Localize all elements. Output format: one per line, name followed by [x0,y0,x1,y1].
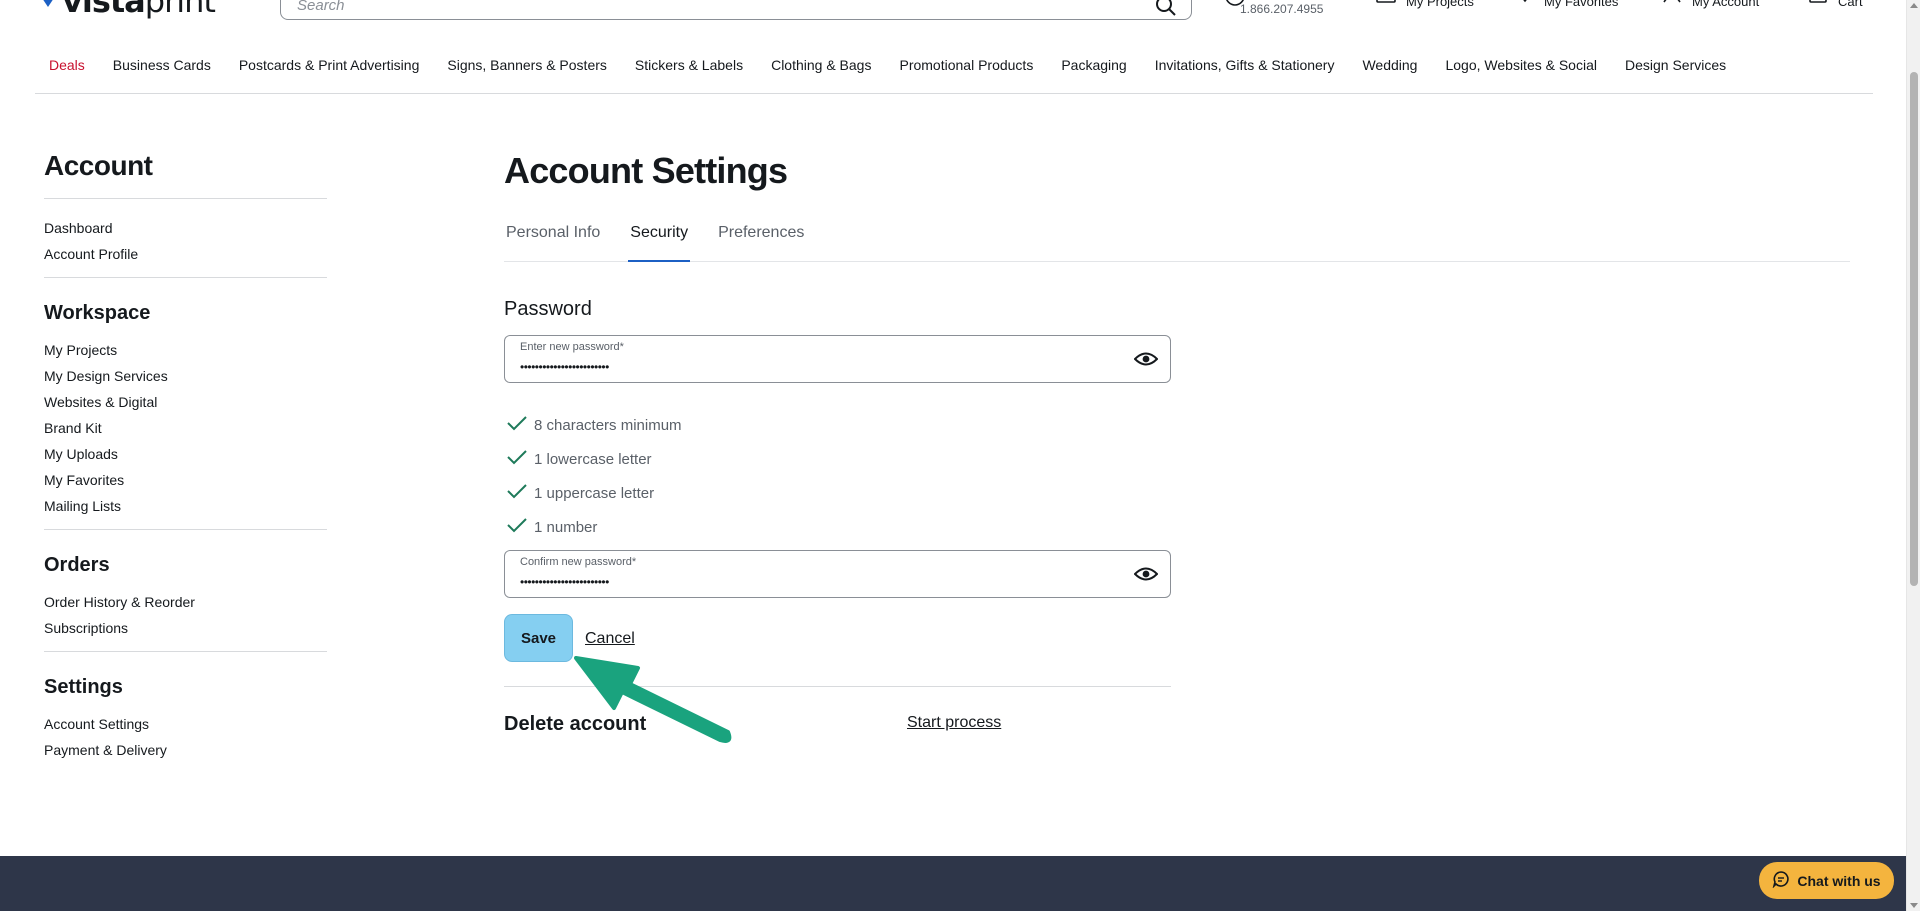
page-title: Account Settings [504,150,788,191]
start-process-link[interactable]: Start process [907,714,1001,732]
rule-text: 1 number [534,518,598,536]
sidebar-orders-title: Orders [44,554,110,576]
sidebar-item-my-uploads[interactable]: My Uploads [44,441,327,467]
my-account-label: My Account [1692,0,1760,9]
chat-bubble-icon [1772,870,1790,891]
nav-postcards-print-advertising[interactable]: Postcards & Print Advertising [225,48,434,93]
new-password-field[interactable]: Enter new password* ••••••••••••••••••••… [504,335,1171,383]
header-my-account[interactable]: My Account [1662,0,1759,11]
vistaprint-logo[interactable]: vistaprint ® [40,0,228,20]
sidebar-account-section: Account Dashboard Account Profile [44,150,327,278]
confirm-password-field[interactable]: Confirm new password* ••••••••••••••••••… [504,550,1171,598]
nav-design-services[interactable]: Design Services [1611,48,1740,93]
sidebar-item-dashboard[interactable]: Dashboard [44,215,327,241]
heart-icon [1516,0,1534,11]
cancel-button[interactable]: Cancel [585,630,635,648]
search-placeholder: Search [297,0,345,14]
chat-button[interactable]: Chat with us [1759,862,1894,899]
sidebar-settings-section: Settings Account Settings Payment & Deli… [44,676,327,773]
tab-personal-info[interactable]: Personal Info [504,222,602,262]
category-nav: Deals Business Cards Postcards & Print A… [35,48,1873,94]
nav-signs-banners-posters[interactable]: Signs, Banners & Posters [433,48,621,93]
sidebar-workspace-section: Workspace My Projects My Design Services… [44,302,327,530]
nav-clothing-bags[interactable]: Clothing & Bags [757,48,885,93]
nav-promotional-products[interactable]: Promotional Products [885,48,1047,93]
password-rules: 8 characters minimum 1 lowercase letter … [506,408,682,544]
site-footer [0,856,1906,911]
settings-tabs: Personal Info Security Preferences [504,222,1850,262]
nav-packaging[interactable]: Packaging [1047,48,1140,93]
my-projects-label: My Projects [1406,0,1474,9]
check-icon [506,414,528,436]
phone-number: 1.866.207.4955 [1240,2,1324,16]
sidebar-account-title: Account [44,150,153,181]
scroll-up-icon[interactable] [1910,3,1918,8]
logo-wordmark: vistaprint [62,0,216,20]
sidebar-workspace-title: Workspace [44,302,151,324]
cart-label: Cart [1838,0,1863,9]
search-icon[interactable] [1155,0,1177,22]
sidebar-item-payment-delivery[interactable]: Payment & Delivery [44,737,327,763]
confirm-password-label: Confirm new password* [520,556,637,568]
sidebar-settings-title: Settings [44,676,123,698]
page-scrollbar[interactable] [1906,0,1920,911]
my-favorites-label: My Favorites [1544,0,1619,9]
chat-label: Chat with us [1797,872,1881,889]
eye-icon[interactable] [1133,349,1159,374]
password-heading: Password [504,298,592,320]
rule-text: 1 lowercase letter [534,450,652,468]
sidebar-divider [44,198,327,199]
sidebar-item-account-settings[interactable]: Account Settings [44,711,327,737]
rule-item: 1 number [506,510,682,544]
eye-icon[interactable] [1133,564,1159,589]
sidebar-item-order-history[interactable]: Order History & Reorder [44,589,327,615]
account-sidebar: Account Dashboard Account Profile Worksp… [44,150,327,797]
rule-text: 1 uppercase letter [534,484,655,502]
tab-preferences[interactable]: Preferences [716,222,806,262]
save-button[interactable]: Save [504,614,573,662]
confirm-password-value: •••••••••••••••••••••••• [520,575,609,589]
header-my-favorites[interactable]: My Favorites [1516,0,1618,11]
pointer-arrow-icon [568,648,748,753]
check-icon [506,482,528,504]
sidebar-item-mailing-lists[interactable]: Mailing Lists [44,493,327,519]
header-my-projects[interactable]: My Projects [1376,0,1474,11]
nav-invitations-gifts-stationery[interactable]: Invitations, Gifts & Stationery [1141,48,1349,93]
new-password-label: Enter new password* [520,341,624,353]
rule-text: 8 characters minimum [534,416,682,434]
sidebar-item-my-projects[interactable]: My Projects [44,337,327,363]
nav-wedding[interactable]: Wedding [1348,48,1431,93]
nav-deals[interactable]: Deals [35,48,99,93]
scrollbar-thumb[interactable] [1910,72,1918,586]
account-settings-main: Account Settings Personal Info Security … [504,150,1850,735]
chat-bubble-icon [1224,0,1246,15]
tab-security[interactable]: Security [628,222,691,262]
site-header: vistaprint ® Search 1.866.207.4955 My Pr… [0,0,1906,28]
rule-item: 8 characters minimum [506,408,682,442]
sidebar-item-my-favorites[interactable]: My Favorites [44,467,327,493]
new-password-value: •••••••••••••••••••••••• [520,360,609,374]
header-cart[interactable]: Cart [1808,0,1863,11]
rule-item: 1 lowercase letter [506,442,682,476]
sidebar-item-account-profile[interactable]: Account Profile [44,241,327,267]
nav-stickers-labels[interactable]: Stickers & Labels [621,48,757,93]
nav-logo-websites-social[interactable]: Logo, Websites & Social [1431,48,1611,93]
nav-business-cards[interactable]: Business Cards [99,48,225,93]
check-icon [506,516,528,538]
check-icon [506,448,528,470]
sidebar-item-websites-digital[interactable]: Websites & Digital [44,389,327,415]
registered-mark: ® [221,0,228,1]
search-input[interactable]: Search [280,0,1192,20]
logo-mark-icon [40,0,56,7]
user-icon [1662,0,1682,11]
rule-item: 1 uppercase letter [506,476,682,510]
sidebar-orders-section: Orders Order History & Reorder Subscript… [44,554,327,652]
cart-icon [1808,0,1828,11]
folder-icon [1376,0,1396,11]
sidebar-item-brand-kit[interactable]: Brand Kit [44,415,327,441]
scroll-down-icon[interactable] [1910,903,1918,908]
sidebar-item-my-design-services[interactable]: My Design Services [44,363,327,389]
sidebar-item-subscriptions[interactable]: Subscriptions [44,615,327,641]
phone-contact[interactable]: 1.866.207.4955 [1224,0,1323,16]
